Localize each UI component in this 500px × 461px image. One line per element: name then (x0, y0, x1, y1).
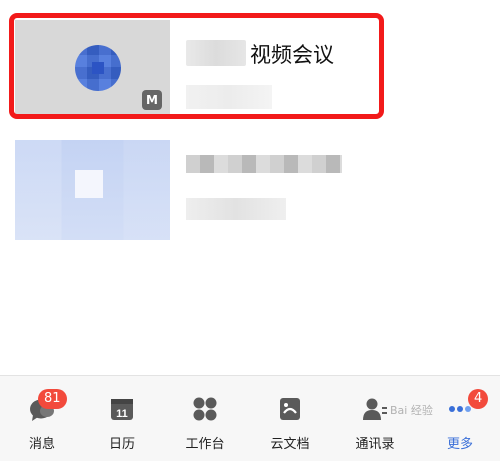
tab-more[interactable]: 4 更多 (418, 376, 500, 461)
tab-label: 日历 (108, 437, 135, 452)
tab-cloud-docs[interactable]: 云文档 (248, 376, 332, 461)
app-badge-icon: M (142, 90, 162, 110)
meeting-title: 视频会议 (250, 43, 334, 67)
tab-label: 消息 (28, 437, 55, 452)
tab-label: 通讯录 (355, 437, 395, 452)
meeting-thumbnail: M (15, 20, 170, 116)
blurred-title-prefix (186, 40, 246, 66)
bottom-tab-bar: 81 消息 11 日历 工作台 云文档 通讯录 4 更多 (0, 375, 500, 461)
meeting-logo (75, 45, 121, 91)
document-icon (280, 398, 300, 420)
tab-label: 云文档 (270, 437, 310, 452)
meeting-list-item[interactable]: M 视频会议 (0, 10, 500, 122)
calendar-date: 11 (116, 408, 128, 420)
calendar-icon: 11 (111, 399, 133, 420)
grid-icon (193, 397, 217, 421)
unread-badge: 81 (38, 389, 67, 409)
blurred-subtitle (186, 85, 272, 109)
tab-label: 工作台 (185, 437, 225, 452)
contacts-icon (363, 398, 387, 420)
notification-badge: 4 (468, 389, 489, 409)
tab-messages[interactable]: 81 消息 (0, 376, 84, 461)
tab-label: 更多 (446, 437, 473, 452)
tab-workspace[interactable]: 工作台 (163, 376, 247, 461)
tab-calendar[interactable]: 11 日历 (80, 376, 164, 461)
blurred-title (186, 155, 342, 173)
watermark: Bai 经验 (390, 404, 433, 417)
list-item[interactable] (0, 128, 500, 240)
tab-contacts[interactable]: 通讯录 (333, 376, 417, 461)
item-thumbnail (15, 140, 170, 240)
blurred-subtitle (186, 198, 286, 220)
